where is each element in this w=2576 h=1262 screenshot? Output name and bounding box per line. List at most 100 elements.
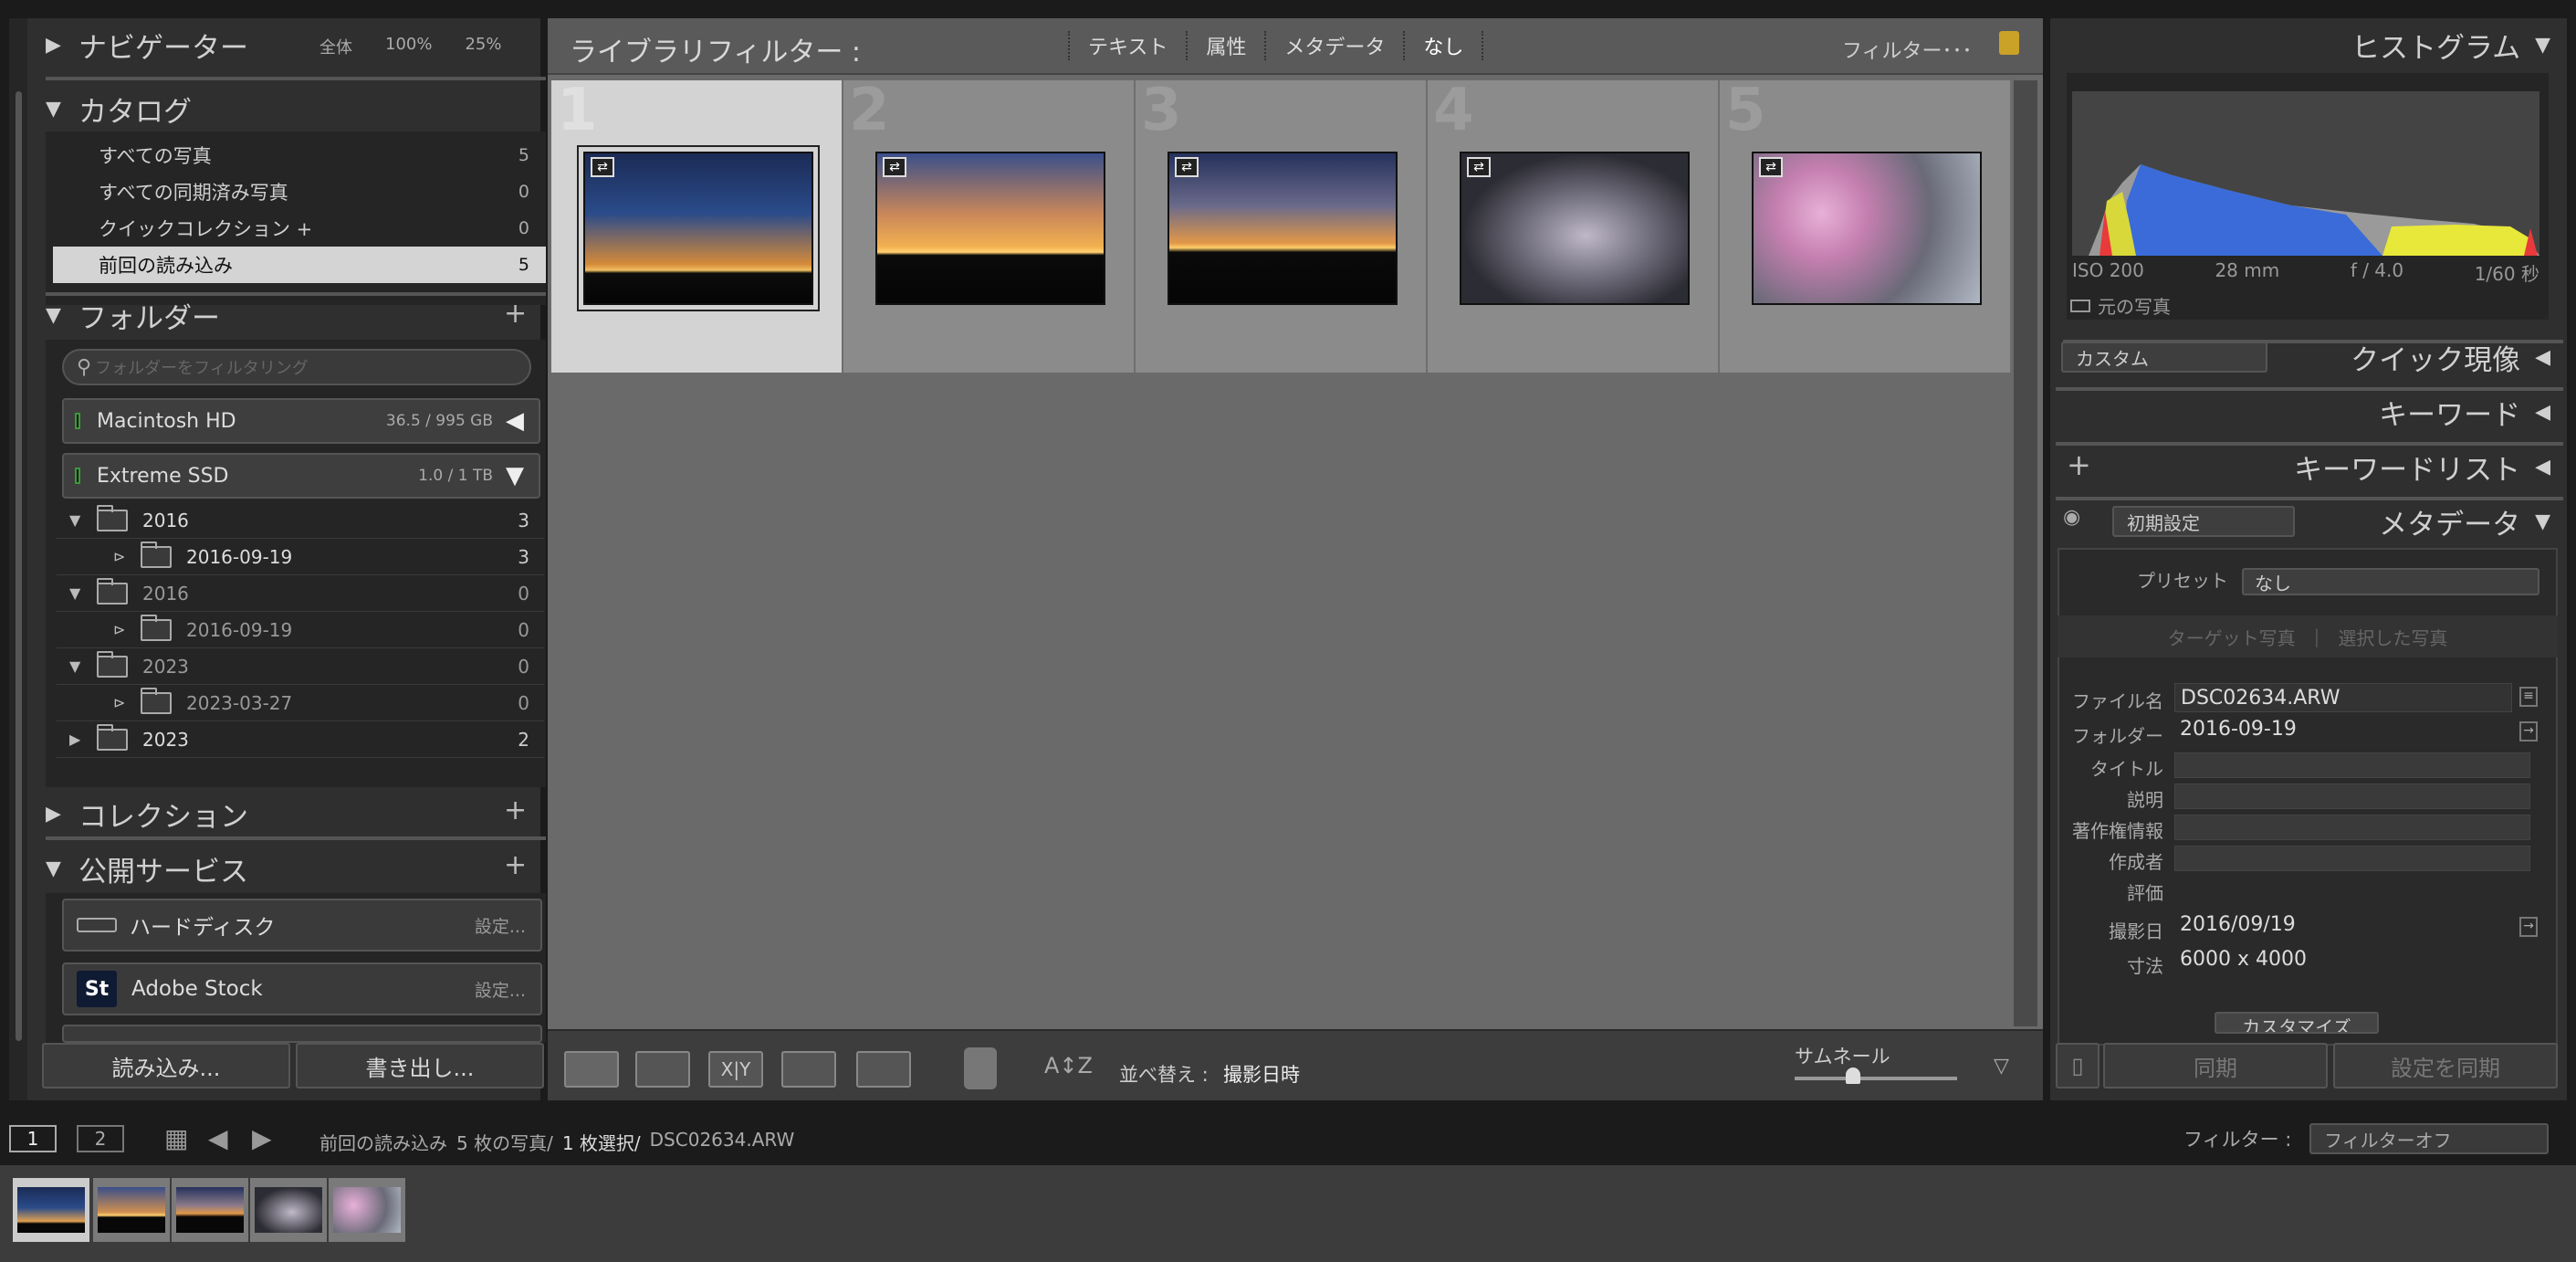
service-settings-link[interactable]: 設定... bbox=[475, 977, 526, 1002]
compare-view-icon[interactable]: X|Y bbox=[708, 1051, 763, 1088]
go-to-date-arrow-icon[interactable]: → bbox=[2519, 917, 2538, 937]
photo-thumbnail[interactable]: ⇄ bbox=[875, 152, 1105, 305]
catalog-item-quick-collection[interactable]: クイックコレクション + 0 bbox=[53, 210, 546, 247]
grid-cell[interactable]: 1 ⇄ bbox=[551, 77, 843, 373]
filter-tab-none[interactable]: なし bbox=[1403, 31, 1484, 60]
photo-thumbnail[interactable]: ⇄ bbox=[577, 145, 820, 311]
metadata-title-field[interactable] bbox=[2174, 752, 2530, 778]
loupe-view-icon[interactable] bbox=[635, 1051, 690, 1088]
collapse-triangle-icon: ▼ bbox=[69, 657, 81, 675]
sync-settings-button[interactable]: 設定を同期 bbox=[2333, 1043, 2558, 1088]
folder-item[interactable]: ▼ 2016 3 bbox=[57, 502, 544, 539]
sync-button[interactable]: 同期 bbox=[2103, 1043, 2328, 1088]
customize-button[interactable]: カスタマイズ bbox=[2215, 1012, 2379, 1034]
survey-view-icon[interactable] bbox=[781, 1051, 836, 1088]
publish-header[interactable]: ▼ 公開サービス bbox=[46, 846, 248, 891]
selected-photos-toggle[interactable]: 選択した写真 bbox=[2338, 624, 2447, 650]
import-button[interactable]: 読み込み... bbox=[42, 1043, 290, 1088]
collections-header[interactable]: ▶ コレクション bbox=[46, 791, 248, 836]
export-button[interactable]: 書き出し... bbox=[296, 1043, 544, 1088]
metadata-filename-field[interactable]: DSC02634.ARW bbox=[2174, 683, 2512, 712]
filmstrip-thumb[interactable] bbox=[172, 1178, 248, 1242]
photo-thumbnail[interactable]: ⇄ bbox=[1752, 152, 1982, 305]
histogram-header[interactable]: ヒストグラム ▼ bbox=[2351, 22, 2550, 68]
add-publish-plus-icon[interactable]: + bbox=[504, 849, 527, 881]
filmstrip-thumb[interactable] bbox=[329, 1178, 405, 1242]
folder-item[interactable]: ▶ 2023 2 bbox=[57, 721, 544, 758]
grid-cell[interactable]: 3 ⇄ bbox=[1136, 77, 1428, 373]
nav-zoom-100[interactable]: 100% bbox=[385, 35, 432, 58]
folder-item[interactable]: ⊳ 2016-09-19 3 bbox=[57, 539, 544, 575]
target-photo-toggle[interactable]: ターゲット写真 bbox=[2168, 624, 2296, 650]
folder-item-missing[interactable]: ⊳ 2016-09-19 0 bbox=[57, 612, 544, 648]
folder-search-input[interactable]: ⚲ フォルダーをフィルタリング bbox=[62, 349, 531, 385]
filmstrip-thumb[interactable] bbox=[93, 1178, 170, 1242]
filmstrip-filter-select[interactable]: フィルターオフ bbox=[2309, 1123, 2549, 1154]
back-arrow-icon[interactable]: ◀ bbox=[208, 1123, 228, 1153]
eye-icon[interactable]: ◉ bbox=[2063, 506, 2080, 529]
photo-thumbnail[interactable]: ⇄ bbox=[1460, 152, 1690, 305]
filmstrip-thumb[interactable] bbox=[13, 1178, 89, 1242]
metadata-copyright-field[interactable] bbox=[2174, 815, 2530, 840]
filmstrip-thumb[interactable] bbox=[250, 1178, 327, 1242]
window-2-button[interactable]: 2 bbox=[77, 1125, 124, 1152]
filter-preset-select[interactable]: フィルター･･･ bbox=[1842, 35, 1973, 64]
list-icon[interactable]: ≡ bbox=[2519, 687, 2538, 707]
grid-scrollbar[interactable] bbox=[2014, 80, 2037, 1026]
sort-select[interactable]: 撮影日時 bbox=[1223, 1060, 1300, 1088]
grid-cell[interactable]: 2 ⇄ bbox=[843, 77, 1136, 373]
show-original-checkbox[interactable]: 元の写真 bbox=[2070, 292, 2171, 319]
metadata-caption-field[interactable] bbox=[2174, 783, 2530, 809]
folder-item-missing[interactable]: ⊳ 2023-03-27 0 bbox=[57, 685, 544, 721]
metadata-preset-select[interactable]: 初期設定 bbox=[2112, 506, 2295, 537]
filter-tab-text[interactable]: テキスト bbox=[1068, 31, 1186, 60]
volume-extreme-ssd[interactable]: Extreme SSD 1.0 / 1 TB ▼ bbox=[62, 453, 540, 499]
keyword-list-header[interactable]: キーワードリスト ◀ bbox=[2294, 444, 2550, 489]
left-scrollbar[interactable] bbox=[9, 18, 27, 1100]
catalog-item-all-photos[interactable]: すべての写真 5 bbox=[53, 137, 546, 174]
grid-cell[interactable]: 5 ⇄ bbox=[1720, 77, 2012, 373]
slider-handle[interactable] bbox=[1846, 1067, 1860, 1084]
publish-service-partial[interactable] bbox=[62, 1025, 542, 1043]
folders-header[interactable]: ▼ フォルダー bbox=[46, 292, 220, 338]
people-view-icon[interactable] bbox=[856, 1051, 911, 1088]
window-1-button[interactable]: 1 bbox=[9, 1125, 57, 1152]
folder-item-missing[interactable]: ▼ 2016 0 bbox=[57, 575, 544, 612]
sync-toggle-icon[interactable]: ▯ bbox=[2056, 1043, 2100, 1088]
nav-zoom-25[interactable]: 25% bbox=[465, 35, 501, 58]
grid-cell[interactable]: 4 ⇄ bbox=[1428, 77, 1720, 373]
navigator-header[interactable]: ▶ ナビゲーター bbox=[46, 22, 248, 68]
add-folder-plus-icon[interactable]: + bbox=[504, 298, 527, 330]
sort-direction-az-icon[interactable]: A↕Z bbox=[1044, 1053, 1093, 1078]
metadata-creator-field[interactable] bbox=[2174, 846, 2530, 871]
go-to-folder-arrow-icon[interactable]: → bbox=[2519, 721, 2538, 741]
quick-develop-preset-select[interactable]: カスタム bbox=[2061, 342, 2267, 373]
service-settings-link[interactable]: 設定... bbox=[475, 913, 526, 938]
publish-service-hard-disk[interactable]: ハードディスク 設定... bbox=[62, 899, 542, 952]
keyword-header[interactable]: キーワード ◀ bbox=[2379, 389, 2550, 435]
filter-tab-attribute[interactable]: 属性 bbox=[1186, 31, 1264, 60]
painter-spray-icon[interactable] bbox=[964, 1047, 997, 1089]
volume-macintosh-hd[interactable]: Macintosh HD 36.5 / 995 GB ◀ bbox=[62, 398, 540, 444]
grid-view-icon[interactable]: ▦ bbox=[164, 1123, 188, 1153]
nav-zoom-fit[interactable]: 全体 bbox=[319, 35, 352, 58]
filter-tab-metadata[interactable]: メタデータ bbox=[1264, 31, 1403, 60]
catalog-item-synced[interactable]: すべての同期済み写真 0 bbox=[53, 174, 546, 210]
catalog-header[interactable]: ▼ カタログ bbox=[46, 86, 192, 131]
lock-icon[interactable] bbox=[1999, 31, 2019, 55]
catalog-item-previous-import[interactable]: 前回の読み込み 5 bbox=[53, 247, 546, 283]
thumbnail-size-slider[interactable] bbox=[1795, 1067, 1957, 1084]
grid-view-icon[interactable] bbox=[564, 1051, 619, 1088]
metadata-preset-value-select[interactable]: なし bbox=[2242, 568, 2539, 595]
forward-arrow-icon[interactable]: ▶ bbox=[252, 1123, 272, 1153]
publish-service-adobe-stock[interactable]: St Adobe Stock 設定... bbox=[62, 962, 542, 1015]
metadata-header[interactable]: メタデータ ▼ bbox=[2379, 499, 2550, 544]
source-label[interactable]: 前回の読み込み bbox=[319, 1129, 447, 1155]
add-keyword-plus-icon[interactable]: + bbox=[2067, 447, 2091, 482]
toolbar-menu-chevron-icon[interactable]: ▽ bbox=[1994, 1055, 2009, 1078]
photo-thumbnail[interactable]: ⇄ bbox=[1168, 152, 1398, 305]
folder-item-missing[interactable]: ▼ 2023 0 bbox=[57, 648, 544, 685]
quick-develop-header[interactable]: クイック現像 ◀ bbox=[2351, 334, 2550, 380]
filmstrip-header: 1 2 ▦ ◀ ▶ 前回の読み込み 5 枚の写真/ 1 枚選択/ DSC0263… bbox=[0, 1116, 2576, 1163]
add-collection-plus-icon[interactable]: + bbox=[504, 794, 527, 826]
